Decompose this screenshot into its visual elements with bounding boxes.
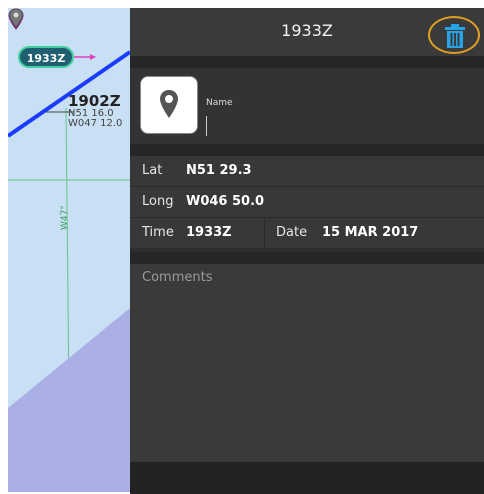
column-divider [264, 218, 265, 248]
time-value: 1933Z [186, 225, 232, 240]
grey-pin-icon[interactable] [8, 8, 24, 28]
long-row[interactable]: Long W046 50.0 [130, 187, 484, 217]
name-input[interactable] [206, 116, 471, 136]
lat-value: N51 29.3 [186, 163, 252, 178]
delete-button[interactable] [428, 16, 480, 54]
section-divider [130, 144, 484, 156]
waypoint-badge-1933z[interactable]: 1933Z [18, 46, 74, 68]
section-divider [130, 252, 484, 264]
map-view[interactable]: W47° 1933Z 1902Z N51 16.0 W047 12.0 [8, 8, 130, 492]
map-canvas [8, 50, 130, 492]
section-divider [130, 56, 484, 68]
name-section: Name [130, 68, 484, 144]
time-label: Time [142, 225, 174, 240]
panel-footer [130, 462, 484, 494]
date-value: 15 MAR 2017 [322, 225, 419, 240]
panel-header: 1933Z [130, 8, 484, 56]
waypoint-long: W047 12.0 [68, 118, 123, 129]
trash-icon [445, 24, 465, 48]
lat-label: Lat [142, 163, 163, 178]
connector-arrow [90, 54, 96, 60]
waypoint-detail-panel: 1933Z Name Lat N51 29.3 Long W046 50.0 T… [130, 8, 484, 494]
long-label: Long [142, 194, 174, 209]
comments-placeholder: Comments [142, 270, 213, 285]
date-label: Date [276, 225, 308, 240]
long-value: W046 50.0 [186, 194, 265, 209]
name-label: Name [206, 98, 233, 108]
longitude-grid-label: W47° [60, 205, 70, 230]
waypoint-label-1902z[interactable]: 1902Z N51 16.0 W047 12.0 [68, 94, 122, 129]
map-pin-icon [160, 90, 178, 118]
time-date-row[interactable]: Time 1933Z Date 15 MAR 2017 [130, 218, 484, 248]
comments-field[interactable]: Comments [130, 264, 484, 462]
marker-icon-button[interactable] [140, 76, 198, 134]
lat-row[interactable]: Lat N51 29.3 [130, 156, 484, 186]
airspace-overlay [8, 308, 130, 492]
waypoint-time: 1902Z [68, 92, 121, 110]
